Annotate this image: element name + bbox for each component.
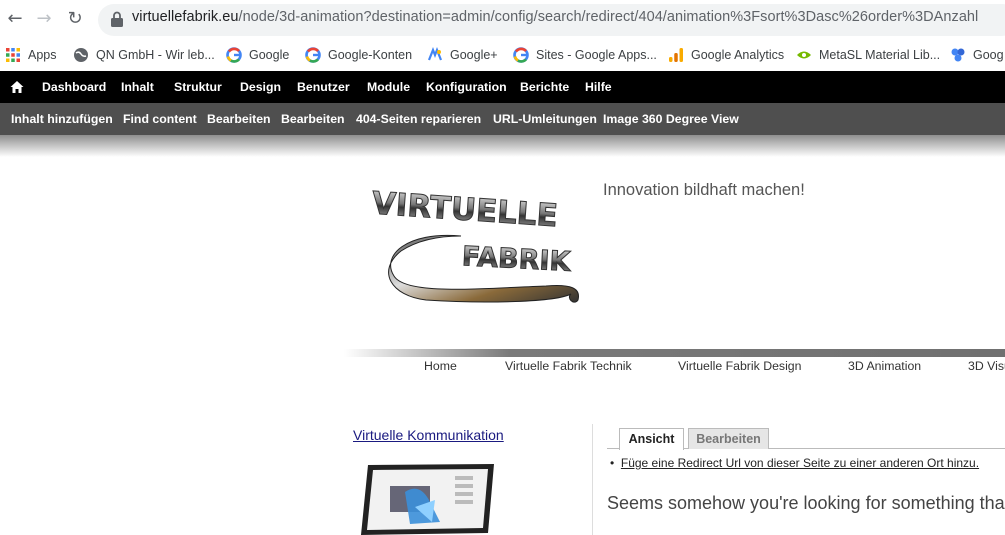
nav-divider: [344, 349, 1005, 357]
shortcut-find-content[interactable]: Find content: [123, 103, 197, 135]
shortcut-image-360[interactable]: Image 360 Degree View: [603, 103, 739, 135]
bookmark-sites-google-apps[interactable]: Sites - Google Apps...: [513, 45, 657, 65]
toolbar-module[interactable]: Module: [367, 71, 410, 103]
site-logo[interactable]: VIRTUELLE FABRIK: [366, 176, 590, 308]
google-icon: [513, 46, 529, 63]
forward-arrow-icon[interactable]: →: [33, 8, 55, 30]
nav-home[interactable]: Home: [424, 359, 457, 373]
column-divider: [592, 424, 593, 535]
toolbar-benutzer[interactable]: Benutzer: [297, 71, 350, 103]
toolbar-shadow: [0, 135, 1005, 157]
bookmark-label: QN GmbH - Wir leb...: [96, 48, 215, 62]
tab-ansicht[interactable]: Ansicht: [619, 428, 684, 450]
back-arrow-icon[interactable]: ←: [4, 8, 26, 30]
bookmark-label: Google: [249, 48, 290, 62]
google-plus-icon: [427, 46, 443, 61]
add-redirect-link[interactable]: Füge eine Redirect Url von dieser Seite …: [621, 456, 979, 470]
toolbar-design[interactable]: Design: [240, 71, 281, 103]
bookmark-goog[interactable]: Goog: [950, 45, 1004, 65]
sidebar-thumbnail[interactable]: [360, 462, 496, 535]
shortcut-bearbeiten-1[interactable]: Bearbeiten: [207, 103, 271, 135]
lock-icon[interactable]: [110, 11, 124, 27]
shortcut-404-reparieren[interactable]: 404-Seiten reparieren: [356, 103, 481, 135]
shortcut-bearbeiten-2[interactable]: Bearbeiten: [281, 103, 345, 135]
bookmark-label: Google-Konten: [328, 48, 413, 62]
bookmark-google[interactable]: Google: [226, 45, 289, 65]
logo-line1: VIRTUELLE: [371, 185, 559, 234]
toolbar-hilfe[interactable]: Hilfe: [585, 71, 612, 103]
toolbar-dashboard[interactable]: Dashboard: [42, 71, 106, 103]
action-link-item: • Füge eine Redirect Url von dieser Seit…: [610, 456, 979, 470]
tab-bearbeiten[interactable]: Bearbeiten: [688, 428, 769, 449]
bookmark-label: Apps: [28, 48, 57, 62]
site-slogan: Innovation bildhaft machen!: [603, 181, 805, 199]
nav-vf-design[interactable]: Virtuelle Fabrik Design: [678, 359, 801, 373]
bookmark-google-analytics[interactable]: Google Analytics: [668, 45, 784, 65]
sidebar-link-virtuelle-kommunikation[interactable]: Virtuelle Kommunikation: [353, 427, 504, 443]
home-icon[interactable]: [10, 80, 24, 94]
bookmark-label: Sites - Google Apps...: [536, 48, 657, 62]
bookmark-google-plus[interactable]: Google+: [427, 45, 498, 65]
nav-3d-animation[interactable]: 3D Animation: [848, 359, 921, 373]
globe-icon: [74, 47, 88, 62]
bullet-icon: •: [610, 456, 621, 470]
bookmark-metasl[interactable]: MetaSL Material Lib...: [796, 45, 940, 65]
bookmark-google-konten[interactable]: Google-Konten: [305, 45, 412, 65]
url-host: virtuellefabrik.eu: [132, 9, 239, 25]
nvidia-icon: [797, 51, 811, 59]
google-apps-icon: [951, 48, 965, 62]
toolbar-struktur[interactable]: Struktur: [174, 71, 222, 103]
google-icon: [226, 46, 242, 63]
not-found-message: Seems somehow you're looking for somethi…: [607, 493, 1005, 513]
bookmark-label: Goog: [973, 48, 1004, 62]
url-text[interactable]: virtuellefabrik.eu/node/3d-animation?des…: [132, 9, 978, 25]
bookmark-label: Google+: [450, 48, 498, 62]
nav-3d-visu[interactable]: 3D Visu: [968, 359, 1005, 373]
bookmark-qn-gmbh[interactable]: QN GmbH - Wir leb...: [73, 45, 215, 65]
reload-icon[interactable]: ↻: [64, 8, 86, 30]
toolbar-inhalt[interactable]: Inhalt: [121, 71, 154, 103]
bookmark-label: MetaSL Material Lib...: [819, 48, 941, 62]
bookmark-apps[interactable]: Apps: [5, 45, 57, 65]
google-icon: [305, 46, 321, 63]
nav-vf-technik[interactable]: Virtuelle Fabrik Technik: [505, 359, 632, 373]
bookmark-label: Google Analytics: [691, 48, 785, 62]
shortcut-bar: Inhalt hinzufügen Find content Bearbeite…: [0, 103, 1005, 135]
logo-line2: FABRIK: [461, 241, 572, 278]
shortcut-url-umleitungen[interactable]: URL-Umleitungen: [493, 103, 597, 135]
analytics-icon: [669, 47, 683, 62]
apps-grid-icon: [6, 47, 20, 62]
toolbar-konfiguration[interactable]: Konfiguration: [426, 71, 507, 103]
toolbar-berichte[interactable]: Berichte: [520, 71, 569, 103]
shortcut-inhalt-hinzufuegen[interactable]: Inhalt hinzufügen: [11, 103, 113, 135]
url-path: /node/3d-animation?destination=admin/con…: [238, 9, 979, 25]
admin-toolbar: Dashboard Inhalt Struktur Design Benutze…: [0, 71, 1005, 103]
